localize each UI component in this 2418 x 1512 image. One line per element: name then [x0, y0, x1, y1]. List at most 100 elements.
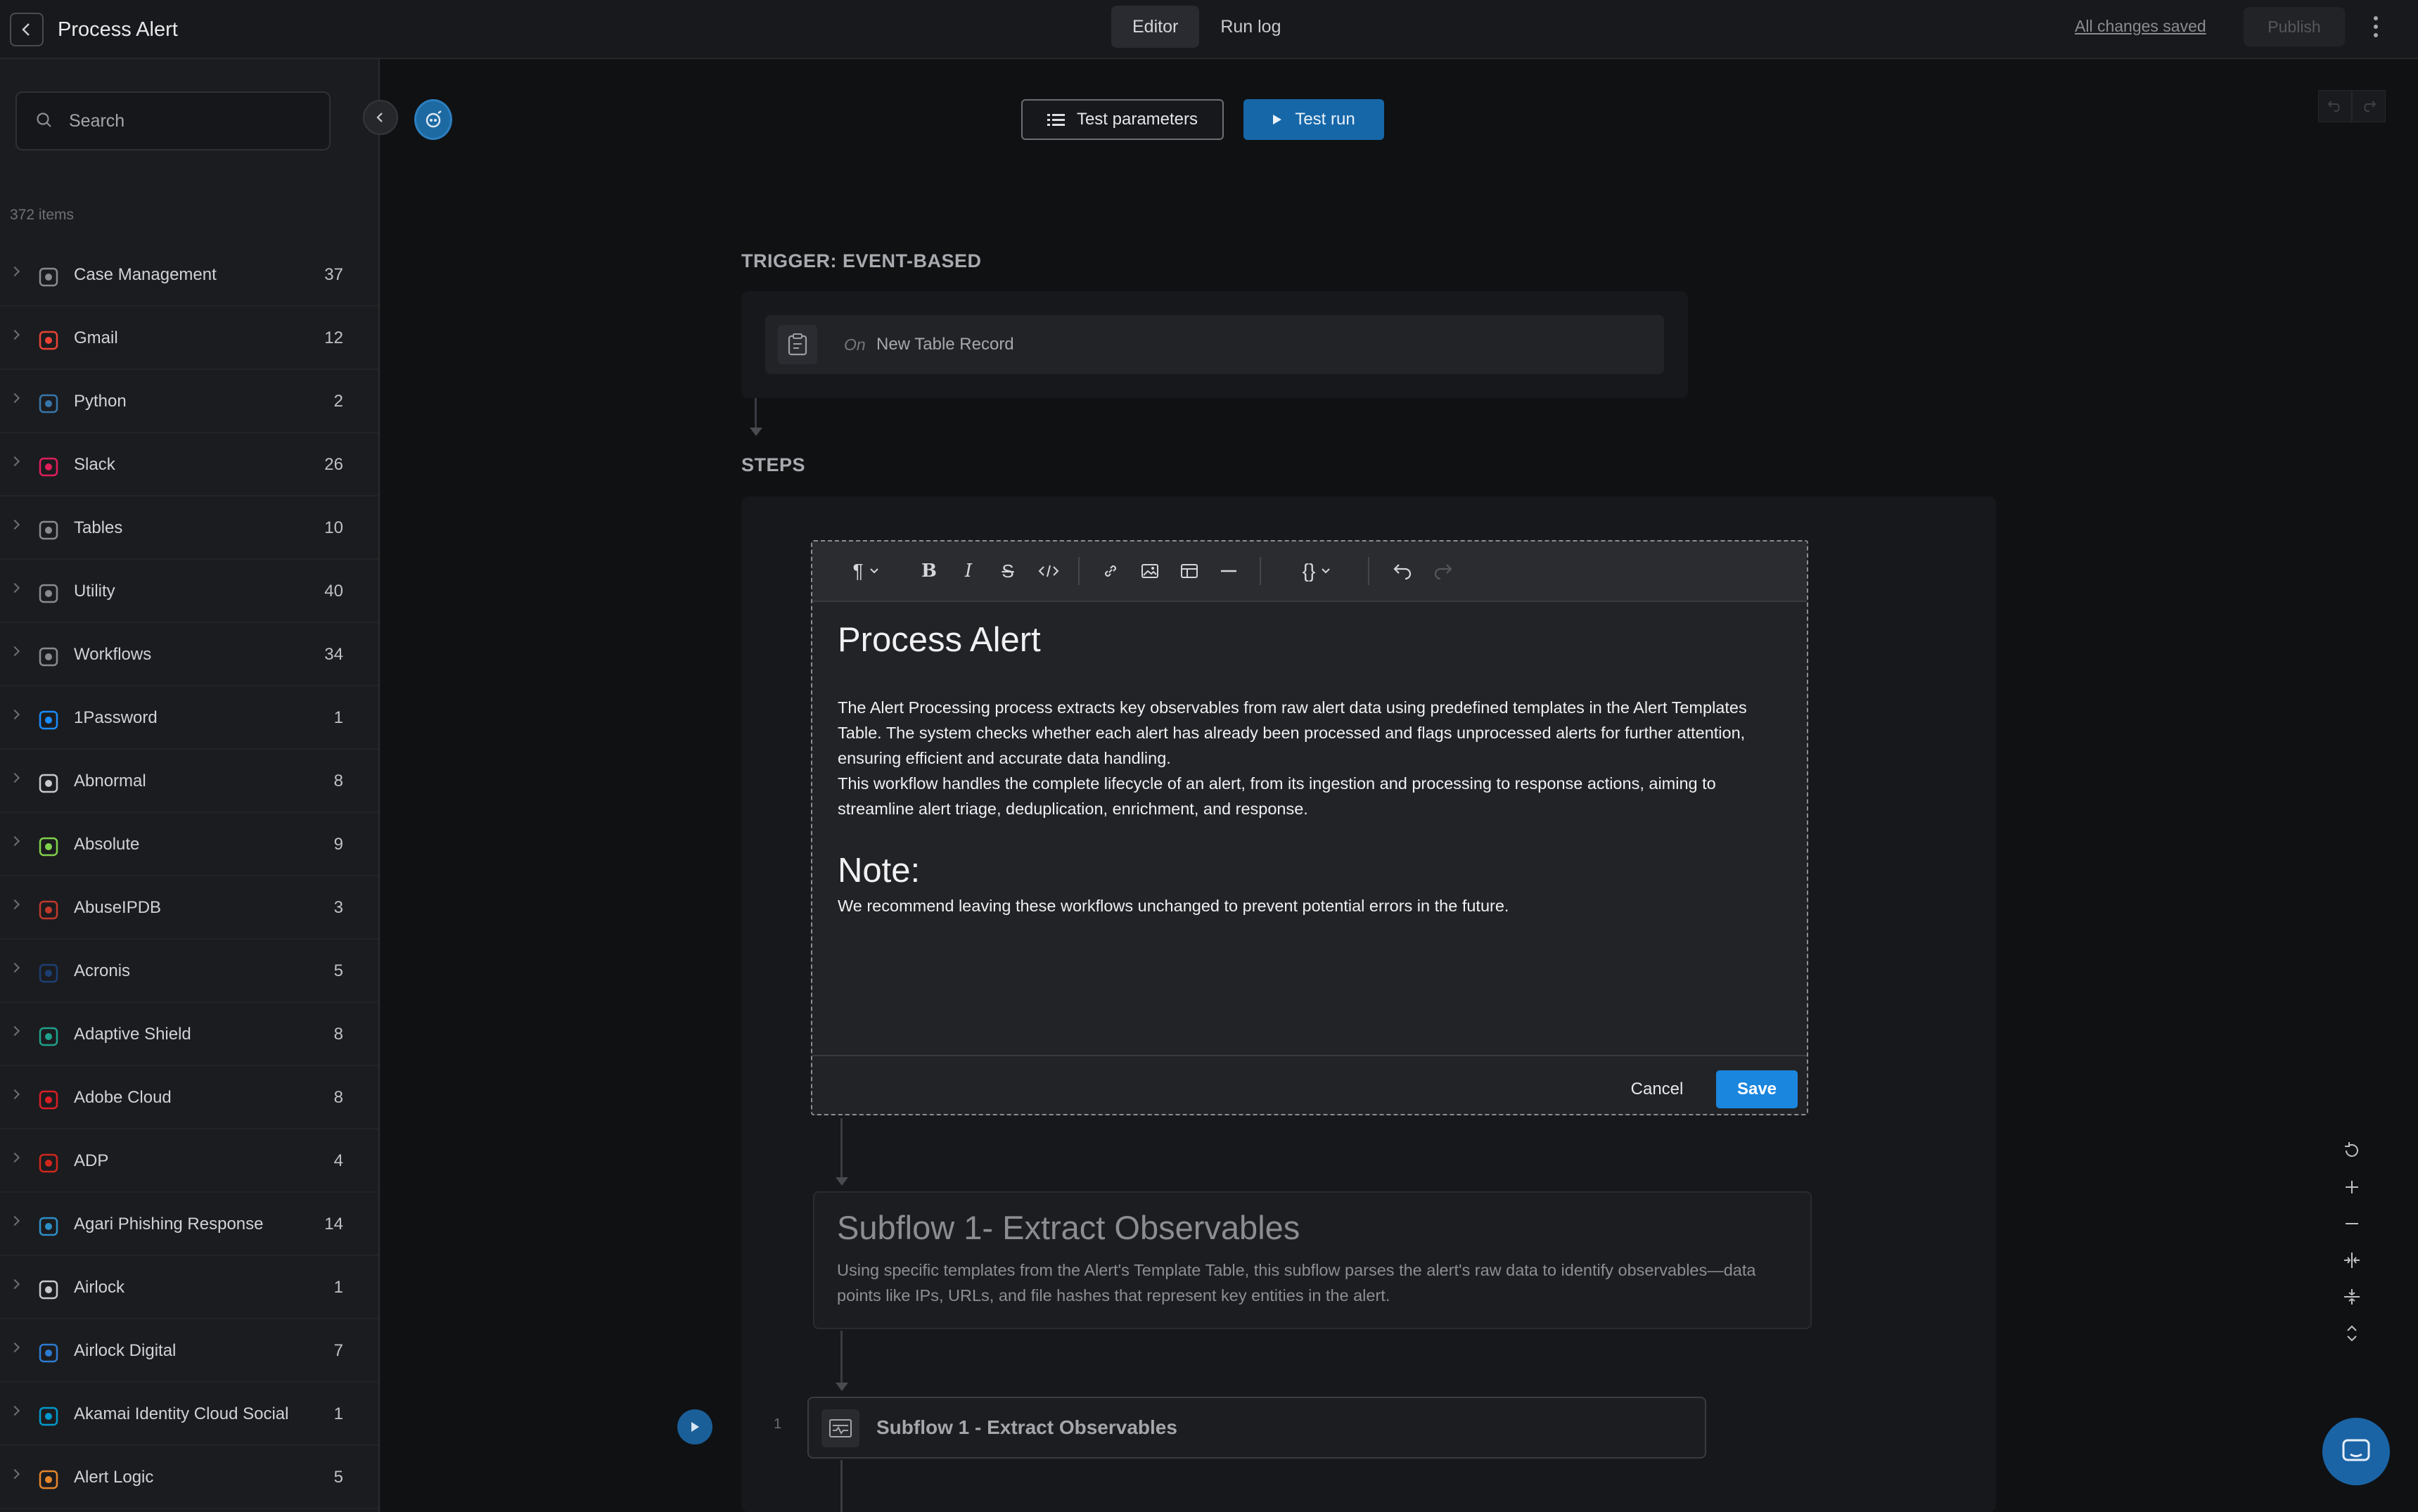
redo-icon[interactable]: [1428, 556, 1457, 587]
clipboard-icon: [37, 267, 60, 288]
search-input[interactable]: Search: [15, 91, 331, 150]
chevron-right-icon[interactable]: [9, 1152, 20, 1163]
assistant-avatar[interactable]: [414, 99, 452, 140]
chevron-right-icon[interactable]: [9, 392, 20, 404]
sidebar-item[interactable]: Airlock 1: [0, 1256, 378, 1319]
strikethrough-icon[interactable]: S: [995, 556, 1021, 587]
sidebar-item-label: Akamai Identity Cloud Social: [74, 1404, 289, 1423]
sidebar-item[interactable]: Akamai Identity Cloud Social 1: [0, 1383, 378, 1446]
cancel-button[interactable]: Cancel: [1618, 1070, 1696, 1108]
chat-support-button[interactable]: [2322, 1418, 2390, 1485]
subflow-note-card[interactable]: Subflow 1- Extract Observables Using spe…: [813, 1191, 1812, 1329]
chevron-right-icon[interactable]: [9, 519, 20, 530]
sidebar-item[interactable]: Adaptive Shield 8: [0, 1003, 378, 1066]
sidebar-item[interactable]: Agari Phishing Response 14: [0, 1193, 378, 1256]
chevron-right-icon[interactable]: [9, 1468, 20, 1480]
step-card[interactable]: Subflow 1 - Extract Observables: [807, 1397, 1706, 1459]
slack-icon: [37, 456, 60, 478]
zoom-controls: [2336, 1132, 2367, 1371]
sidebar-item[interactable]: 1Password 1: [0, 686, 378, 750]
table-icon[interactable]: [1177, 556, 1202, 587]
sidebar-item-count: 3: [333, 898, 343, 917]
sidebar-item[interactable]: Tables 10: [0, 496, 378, 560]
save-button[interactable]: Save: [1716, 1070, 1798, 1108]
fit-width-icon[interactable]: [2336, 1242, 2367, 1279]
sidebar-item[interactable]: Case Management 37: [0, 243, 378, 307]
sidebar-item[interactable]: Workflows 34: [0, 623, 378, 686]
chevron-down-icon: [869, 568, 878, 574]
workflow-icon: [821, 1409, 859, 1447]
reset-view-icon[interactable]: [2336, 1132, 2367, 1169]
play-icon: [1273, 115, 1282, 124]
chevron-right-icon[interactable]: [9, 1089, 20, 1100]
tab-run-log[interactable]: Run log: [1199, 6, 1302, 48]
chevron-right-icon[interactable]: [9, 646, 20, 657]
fit-height-icon[interactable]: [2336, 1279, 2367, 1315]
abuseipdb-icon: [37, 899, 60, 921]
bold-icon[interactable]: B: [916, 556, 942, 587]
chevron-right-icon[interactable]: [9, 329, 20, 340]
publish-button[interactable]: Publish: [2244, 7, 2345, 46]
more-options-icon[interactable]: [2363, 10, 2388, 44]
sidebar-item[interactable]: Alert Logic 5: [0, 1446, 378, 1509]
italic-icon[interactable]: I: [956, 556, 981, 587]
sidebar-item[interactable]: Acronis 5: [0, 940, 378, 1003]
undo-icon[interactable]: [1389, 556, 1417, 587]
tab-editor[interactable]: Editor: [1111, 6, 1200, 48]
test-run-button[interactable]: Test run: [1243, 99, 1384, 140]
acronis-icon: [37, 963, 60, 984]
sidebar-item[interactable]: Adobe Cloud 8: [0, 1066, 378, 1129]
back-button[interactable]: [10, 13, 44, 46]
sidebar-item[interactable]: Airlock Digital 7: [0, 1319, 378, 1383]
chevron-right-icon[interactable]: [9, 1279, 20, 1290]
chevron-right-icon[interactable]: [9, 1342, 20, 1353]
chevron-right-icon[interactable]: [9, 1025, 20, 1037]
chevron-right-icon[interactable]: [9, 266, 20, 277]
onepassword-icon: [37, 710, 60, 731]
horizontal-rule-icon[interactable]: [1216, 556, 1241, 587]
chevron-right-icon[interactable]: [9, 899, 20, 910]
table-icon: [37, 520, 60, 541]
sidebar-item[interactable]: Utility 40: [0, 560, 378, 623]
chevron-right-icon[interactable]: [9, 456, 20, 467]
sidebar-item[interactable]: Absolute 9: [0, 813, 378, 876]
chevron-right-icon[interactable]: [9, 1215, 20, 1226]
sidebar-item-label: Gmail: [74, 328, 118, 347]
zoom-out-icon[interactable]: [2336, 1205, 2367, 1242]
sidebar-item[interactable]: Abnormal 8: [0, 750, 378, 813]
sidebar-item[interactable]: AbuseIPDB 3: [0, 876, 378, 940]
trigger-card[interactable]: On New Table Record: [765, 315, 1664, 374]
chevron-down-icon: [1322, 568, 1331, 574]
chevron-right-icon[interactable]: [9, 772, 20, 783]
sidebar-item-label: Adobe Cloud: [74, 1088, 172, 1107]
chevron-right-icon[interactable]: [9, 835, 20, 847]
collapse-sidebar-button[interactable]: [363, 100, 398, 135]
sidebar-item-count: 8: [333, 1088, 343, 1107]
code-icon[interactable]: [1035, 556, 1063, 587]
agari-icon: [37, 1216, 60, 1237]
chevron-right-icon[interactable]: [9, 582, 20, 594]
paragraph-style-dropdown[interactable]: ¶: [845, 556, 887, 587]
note-paragraph: The Alert Processing process extracts ke…: [838, 698, 1747, 767]
zoom-in-icon[interactable]: [2336, 1169, 2367, 1205]
undo-button[interactable]: [2318, 90, 2352, 122]
sidebar-item-count: 1: [333, 1278, 343, 1297]
link-icon[interactable]: [1098, 556, 1123, 587]
run-step-button[interactable]: [677, 1409, 712, 1444]
sidebar-item[interactable]: ADP 4: [0, 1129, 378, 1193]
chevron-right-icon[interactable]: [9, 1405, 20, 1416]
expand-collapse-icon[interactable]: [2336, 1315, 2367, 1352]
editor-footer: Cancel Save: [812, 1055, 1807, 1114]
editor-content[interactable]: Process Alert The Alert Processing proce…: [838, 619, 1787, 918]
chevron-right-icon[interactable]: [9, 962, 20, 973]
sidebar-item[interactable]: Gmail 12: [0, 307, 378, 370]
variable-insert-dropdown[interactable]: {}: [1293, 556, 1340, 587]
image-icon[interactable]: [1137, 556, 1163, 587]
sidebar-item[interactable]: Python 2: [0, 370, 378, 433]
sidebar-item-count: 10: [324, 518, 343, 537]
test-parameters-button[interactable]: Test parameters: [1021, 99, 1224, 140]
save-status-link[interactable]: All changes saved: [2075, 15, 2206, 37]
redo-button[interactable]: [2352, 90, 2386, 122]
sidebar-item[interactable]: Slack 26: [0, 433, 378, 496]
chevron-right-icon[interactable]: [9, 709, 20, 720]
